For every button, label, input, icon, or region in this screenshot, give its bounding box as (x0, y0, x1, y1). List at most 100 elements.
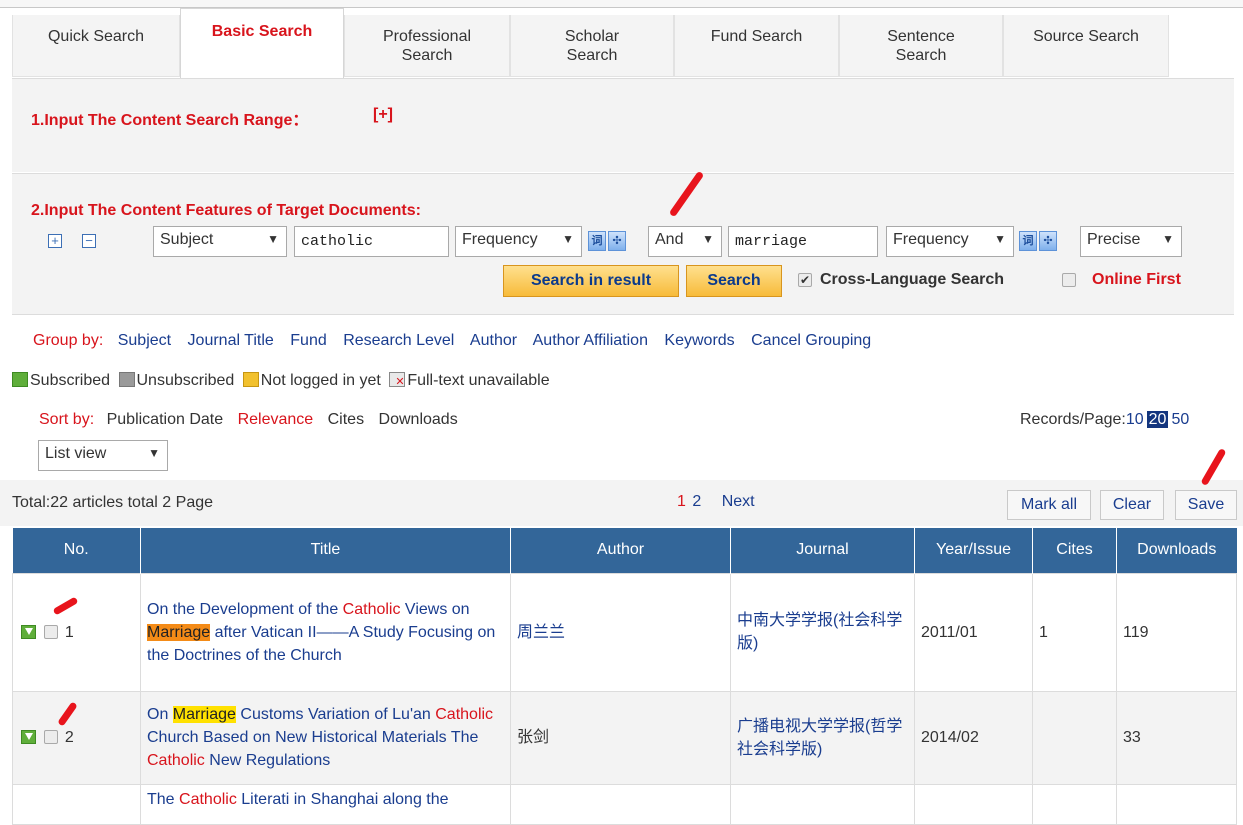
range-expand-link[interactable]: [+] (373, 106, 393, 124)
search-term-2-input[interactable]: marriage (728, 226, 878, 257)
search-in-result-button[interactable]: Search in result (503, 265, 679, 297)
year-issue-cell (914, 783, 1033, 825)
logic-select-value: And (655, 231, 684, 248)
next-page-link[interactable]: Next (722, 493, 755, 510)
tab-quick-search[interactable]: Quick Search (12, 15, 180, 77)
author-cell: 张剑 (510, 690, 731, 785)
col-header-downloads[interactable]: Downloads (1116, 528, 1237, 573)
results-table: No. Title Author Journal Year/Issue Cite… (12, 528, 1237, 825)
author-cell (510, 783, 731, 825)
downloads-cell: 119 (1116, 572, 1237, 692)
journal-link[interactable]: 广播电视大学学报(哲学社会科学版) (737, 718, 902, 758)
field-select[interactable]: Subject ▼ (153, 226, 287, 257)
legend-unsubscribed: Unsubscribed (136, 372, 235, 389)
remove-row-button[interactable]: − (82, 234, 96, 248)
col-header-journal[interactable]: Journal (730, 528, 915, 573)
group-by-fund[interactable]: Fund (290, 332, 326, 349)
download-icon[interactable] (21, 730, 36, 744)
sort-by-bar: Sort by: Publication Date Relevance Cite… (39, 411, 470, 429)
cites-cell (1032, 783, 1117, 825)
records-50-link[interactable]: 50 (1171, 411, 1189, 428)
chevron-down-icon: ▼ (1162, 232, 1174, 246)
col-header-title[interactable]: Title (140, 528, 511, 573)
match-mode-select[interactable]: Precise ▼ (1080, 226, 1182, 257)
col-header-no[interactable]: No. (12, 528, 141, 573)
word-frequency-icon[interactable]: 词 (588, 231, 606, 251)
col-header-author[interactable]: Author (510, 528, 731, 573)
author-link[interactable]: 张剑 (517, 729, 549, 746)
tab-basic-search[interactable]: Basic Search (180, 8, 344, 78)
results-summary: Total:22 articles total 2 Page (12, 494, 214, 511)
save-button[interactable]: Save (1175, 490, 1237, 520)
related-terms-icon[interactable]: ✣ (1039, 231, 1057, 251)
article-title-link[interactable]: On Marriage Customs Variation of Lu'an C… (147, 706, 493, 769)
search-term-1-input[interactable]: catholic (294, 226, 449, 257)
row-select-checkbox[interactable] (44, 730, 59, 744)
search-button[interactable]: Search (686, 265, 782, 297)
sort-cites[interactable]: Cites (328, 411, 364, 428)
records-per-page-label: Records/Page: (1020, 411, 1126, 428)
cross-language-checkbox[interactable]: ✔ (798, 273, 812, 287)
download-icon[interactable] (21, 624, 36, 639)
unsubscribed-icon (118, 372, 135, 387)
page-current: 1 (677, 493, 686, 510)
frequency-2-select[interactable]: Frequency ▼ (886, 226, 1014, 257)
col-header-cites[interactable]: Cites (1032, 528, 1117, 573)
range-heading: 1.Input The Content Search Range： (31, 112, 309, 129)
table-row: The Catholic Literati in Shanghai along … (12, 783, 1237, 825)
group-by-journal-title[interactable]: Journal Title (188, 332, 274, 349)
online-first-checkbox[interactable] (1062, 273, 1076, 287)
group-by-bar: Group by: Subject Journal Title Fund Res… (33, 332, 883, 350)
article-title-link[interactable]: On the Development of the Catholic Views… (147, 601, 495, 664)
table-row: 1 On the Development of the Catholic Vie… (12, 572, 1237, 692)
subscribed-icon (12, 372, 28, 387)
group-by-subject[interactable]: Subject (118, 332, 171, 349)
records-10-link[interactable]: 10 (1126, 411, 1144, 428)
sort-relevance[interactable]: Relevance (238, 411, 314, 428)
group-by-research-level[interactable]: Research Level (343, 332, 454, 349)
row-number-cell (12, 783, 141, 825)
clear-button[interactable]: Clear (1100, 490, 1164, 520)
chevron-down-icon: ▼ (562, 232, 574, 246)
sort-downloads[interactable]: Downloads (379, 411, 458, 428)
features-heading: 2.Input The Content Features of Target D… (31, 202, 421, 219)
tab-professional-search[interactable]: Professional Search (344, 15, 510, 77)
author-cell: 周兰兰 (510, 572, 731, 692)
sort-publication-date[interactable]: Publication Date (107, 411, 224, 428)
group-by-keywords[interactable]: Keywords (664, 332, 734, 349)
frequency-1-select[interactable]: Frequency ▼ (455, 226, 582, 257)
content-features-panel: 2.Input The Content Features of Target D… (12, 173, 1234, 315)
logic-select[interactable]: And ▼ (648, 226, 722, 257)
group-by-author-affiliation[interactable]: Author Affiliation (533, 332, 648, 349)
view-mode-value: List view (45, 445, 107, 462)
top-strip (0, 0, 1243, 8)
tab-fund-search[interactable]: Fund Search (674, 15, 839, 77)
title-cell: The Catholic Literati in Shanghai along … (140, 783, 511, 825)
view-mode-select[interactable]: List view ▼ (38, 440, 168, 471)
author-link[interactable]: 周兰兰 (517, 624, 565, 641)
word-frequency-icon[interactable]: 词 (1019, 231, 1037, 251)
sort-by-label: Sort by: (39, 411, 95, 428)
journal-cell (730, 783, 915, 825)
table-header-row: No. Title Author Journal Year/Issue Cite… (12, 528, 1237, 573)
group-by-author[interactable]: Author (470, 332, 517, 349)
records-per-page: Records/Page:10 20 50 (1020, 411, 1201, 429)
article-title-link[interactable]: The Catholic Literati in Shanghai along … (147, 791, 449, 808)
year-issue-cell: 2014/02 (914, 690, 1033, 785)
cites-cell: 1 (1032, 572, 1117, 692)
col-header-year-issue[interactable]: Year/Issue (914, 528, 1033, 573)
add-row-button[interactable]: + (48, 234, 62, 248)
row-select-checkbox[interactable] (44, 624, 59, 639)
not-logged-in-icon (242, 372, 259, 387)
mark-all-button[interactable]: Mark all (1007, 490, 1091, 520)
records-20-selected[interactable]: 20 (1146, 411, 1169, 428)
page-2-link[interactable]: 2 (692, 493, 701, 510)
title-cell: On Marriage Customs Variation of Lu'an C… (140, 690, 511, 785)
related-terms-icon[interactable]: ✣ (608, 231, 626, 251)
tab-scholar-search[interactable]: Scholar Search (510, 15, 674, 77)
cancel-grouping-link[interactable]: Cancel Grouping (751, 332, 871, 349)
journal-link[interactable]: 中南大学学报(社会科学版) (737, 612, 902, 652)
match-mode-value: Precise (1087, 231, 1141, 248)
tab-sentence-search[interactable]: Sentence Search (839, 15, 1003, 77)
tab-source-search[interactable]: Source Search (1003, 15, 1169, 77)
